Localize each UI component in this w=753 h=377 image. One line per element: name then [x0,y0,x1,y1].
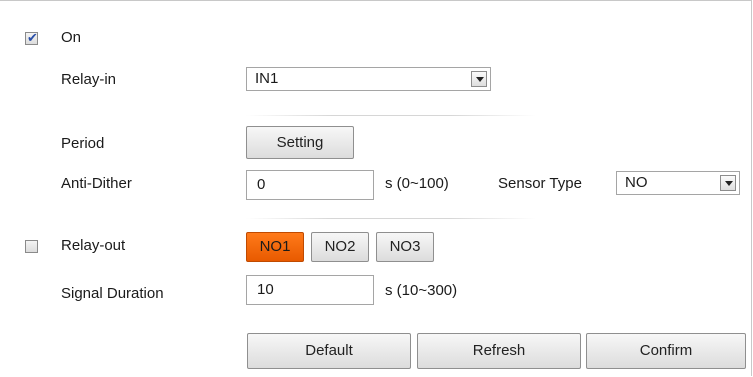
relay-out-label: Relay-out [61,237,126,254]
relay-in-label: Relay-in [61,71,117,88]
relay-out-no1-button[interactable]: NO1 [246,232,304,262]
anti-dither-unit: s (0~100) [385,175,449,192]
chevron-down-icon[interactable] [471,71,487,87]
signal-duration-label: Signal Duration [61,285,164,302]
divider [246,115,536,116]
anti-dither-input[interactable]: 0 [246,170,374,200]
sensor-type-select[interactable]: NO [616,171,740,195]
sensor-type-value: NO [625,174,648,191]
relay-in-value: IN1 [255,70,279,87]
confirm-button[interactable]: Confirm [586,333,746,369]
signal-duration-input[interactable]: 10 [246,275,374,305]
refresh-button[interactable]: Refresh [417,333,581,369]
period-setting-button[interactable]: Setting [246,126,354,159]
signal-duration-unit: s (10~300) [385,282,458,299]
chevron-down-icon[interactable] [720,175,736,191]
relay-in-select[interactable]: IN1 [246,67,491,91]
enable-label: On [61,29,82,46]
relay-out-checkbox[interactable] [25,240,38,253]
enable-checkbox[interactable]: ✔ [25,30,38,45]
sensor-type-label: Sensor Type [498,175,582,192]
default-button[interactable]: Default [247,333,411,369]
anti-dither-label: Anti-Dither [61,175,132,192]
divider [246,218,536,219]
relay-out-no2-button[interactable]: NO2 [311,232,369,262]
relay-out-no3-button[interactable]: NO3 [376,232,434,262]
check-icon: ✔ [27,30,38,45]
period-label: Period [61,135,105,152]
